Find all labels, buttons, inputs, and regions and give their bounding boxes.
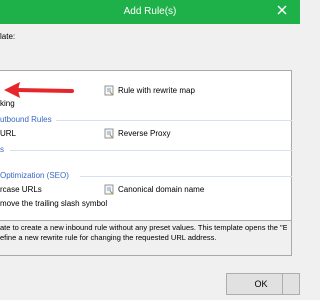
category-seo: Optimization (SEO) <box>0 171 69 180</box>
list-item-canonical-domain[interactable]: Canonical domain name <box>118 185 204 194</box>
select-template-label: late: <box>0 32 16 41</box>
category-divider <box>10 150 292 151</box>
category-divider <box>80 176 292 177</box>
canonical-domain-icon <box>104 184 114 195</box>
template-description: ate to create a new inbound rule without… <box>0 220 292 256</box>
list-item-reverse-proxy[interactable]: Reverse Proxy <box>118 129 170 138</box>
rewrite-map-icon <box>104 85 114 96</box>
dialog-body: late: king Rule with rewrite map utbound… <box>0 24 300 300</box>
annotation-arrow-icon <box>4 82 74 98</box>
window-title: Add Rule(s) <box>123 6 177 17</box>
dialog-footer: OK <box>0 259 300 300</box>
list-item-rewrite-map[interactable]: Rule with rewrite map <box>118 86 195 95</box>
description-line: efine a new rewrite rule for changing th… <box>0 233 217 242</box>
category-conditions: s <box>0 145 4 154</box>
reverse-proxy-icon <box>104 128 114 139</box>
list-item-trailing-slash[interactable]: move the trailing slash symbol <box>0 199 107 208</box>
close-icon <box>277 5 287 15</box>
description-line: ate to create a new inbound rule without… <box>0 223 287 232</box>
close-button[interactable] <box>264 0 300 20</box>
category-outbound: utbound Rules <box>0 115 52 124</box>
title-bar: Add Rule(s) <box>0 0 300 24</box>
list-item-lowercase-urls[interactable]: rcase URLs <box>0 185 42 194</box>
cancel-button[interactable] <box>282 273 300 295</box>
list-item-outbound-url[interactable]: URL <box>0 129 16 138</box>
category-divider <box>56 120 292 121</box>
